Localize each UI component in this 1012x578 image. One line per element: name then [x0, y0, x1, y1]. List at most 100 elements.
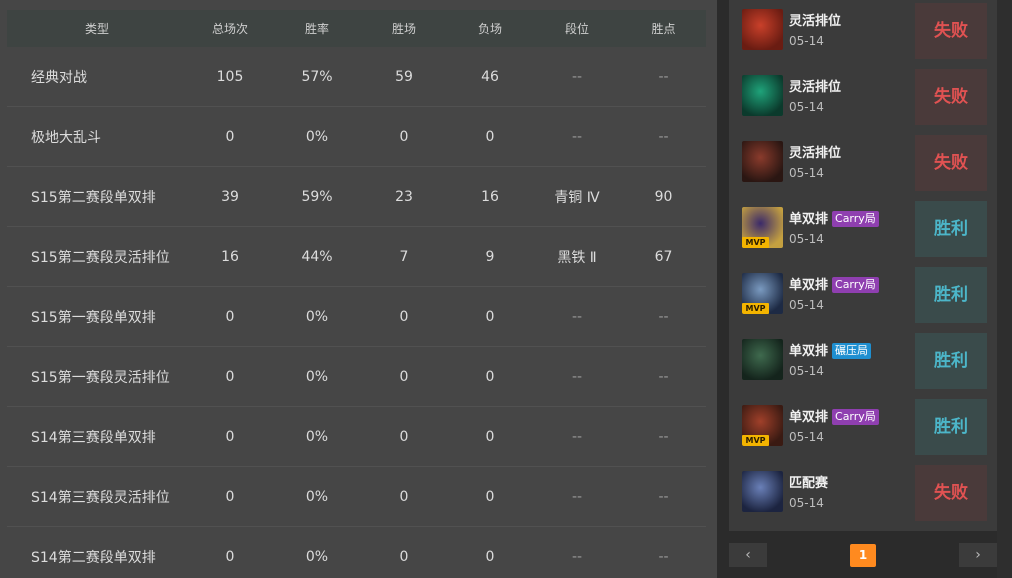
next-page-button[interactable]: ›	[959, 543, 997, 567]
table-row: S15第一赛段单双排 0 0% 0 0 -- --	[7, 287, 706, 347]
match-item[interactable]: MVP 单双排 Carry局 05-14 胜利	[729, 198, 997, 260]
cell-rate: 0%	[305, 308, 329, 325]
match-mode: 单双排 碾压局	[789, 340, 872, 359]
cell-win: 0	[399, 488, 409, 505]
match-date: 05-14	[789, 430, 824, 444]
match-history-panel: 灵活排位 05-14 失败 灵活排位 05-14 失败 灵活排位 05-14 失败 MVP 单双排 C…	[729, 0, 997, 531]
cell-loss: 0	[485, 128, 495, 145]
cell-rate: 0%	[305, 428, 329, 445]
match-mode: 单双排 Carry局	[789, 406, 879, 425]
match-mode: 灵活排位	[789, 10, 841, 29]
match-date: 05-14	[789, 298, 824, 312]
cell-rank: --	[571, 428, 583, 445]
cell-loss: 0	[485, 488, 495, 505]
cell-total: 0	[225, 488, 235, 505]
cell-loss: 0	[485, 308, 495, 325]
cell-points: --	[658, 428, 669, 445]
cell-points: 90	[654, 188, 673, 205]
match-result: 失败	[915, 3, 987, 59]
cell-loss: 9	[485, 248, 495, 265]
match-result: 胜利	[915, 333, 987, 389]
match-result: 胜利	[915, 201, 987, 257]
match-result: 胜利	[915, 399, 987, 455]
table-row: S14第二赛段单双排 0 0% 0 0 -- --	[7, 527, 706, 578]
match-date: 05-14	[789, 364, 824, 378]
table-row: 经典对战 105 57% 59 46 -- --	[7, 47, 706, 107]
match-tag-badge: Carry局	[832, 277, 879, 293]
champion-avatar	[742, 339, 783, 380]
cell-points: --	[658, 128, 669, 145]
mvp-badge: MVP	[742, 435, 769, 446]
header-points: 胜点	[651, 22, 676, 36]
match-date: 05-14	[789, 166, 824, 180]
cell-win: 7	[399, 248, 409, 265]
cell-loss: 16	[481, 188, 499, 205]
champion-avatar: MVP	[742, 273, 783, 314]
table-row: S15第二赛段单双排 39 59% 23 16 青铜 Ⅳ 90	[7, 167, 706, 227]
cell-rank: 黑铁 Ⅱ	[557, 249, 597, 266]
match-mode: 单双排 Carry局	[789, 274, 879, 293]
table-row: S14第三赛段灵活排位 0 0% 0 0 -- --	[7, 467, 706, 527]
match-mode-label: 单双排	[789, 410, 829, 425]
stats-panel: 类型 总场次 胜率 胜场 负场 段位 胜点 经典对战 105 57% 59 46 -- --…	[0, 0, 717, 578]
header-total: 总场次	[211, 22, 248, 36]
match-item[interactable]: MVP 单双排 Carry局 05-14 胜利	[729, 264, 997, 326]
match-mode-label: 匹配赛	[789, 476, 829, 491]
match-item[interactable]: 匹配赛 05-14 失败	[729, 462, 997, 524]
cell-rate: 0%	[305, 368, 329, 385]
cell-rate: 0%	[305, 488, 329, 505]
match-item[interactable]: 灵活排位 05-14 失败	[729, 66, 997, 128]
cell-loss: 0	[485, 368, 495, 385]
match-mode-label: 灵活排位	[789, 14, 842, 29]
cell-type: S15第二赛段灵活排位	[31, 249, 170, 266]
cell-type: S14第三赛段单双排	[31, 429, 156, 446]
match-mode-label: 单双排	[789, 344, 829, 359]
cell-type: 极地大乱斗	[31, 129, 101, 146]
cell-win: 0	[399, 308, 409, 325]
cell-rank: 青铜 Ⅳ	[554, 189, 600, 206]
match-mode-label: 灵活排位	[789, 80, 842, 95]
prev-page-button[interactable]: ‹	[729, 543, 767, 567]
cell-loss: 0	[485, 428, 495, 445]
match-mode-label: 单双排	[789, 278, 829, 293]
match-result: 胜利	[915, 267, 987, 323]
cell-win: 59	[395, 68, 413, 85]
cell-points: --	[658, 548, 669, 565]
cell-total: 105	[216, 68, 244, 85]
match-item[interactable]: 灵活排位 05-14 失败	[729, 0, 997, 62]
cell-total: 0	[225, 368, 235, 385]
match-mode-label: 单双排	[789, 212, 829, 227]
match-item[interactable]: 单双排 碾压局 05-14 胜利	[729, 330, 997, 392]
cell-type: S15第二赛段单双排	[31, 189, 156, 206]
match-mode: 灵活排位	[789, 76, 841, 95]
cell-points: --	[658, 68, 669, 85]
champion-avatar: MVP	[742, 207, 783, 248]
cell-rank: --	[571, 548, 583, 565]
cell-rank: --	[571, 68, 583, 85]
cell-rate: 57%	[301, 68, 333, 85]
match-mode: 灵活排位	[789, 142, 841, 161]
match-item[interactable]: MVP 单双排 Carry局 05-14 胜利	[729, 396, 997, 458]
table-row: S15第一赛段灵活排位 0 0% 0 0 -- --	[7, 347, 706, 407]
cell-loss: 46	[481, 68, 499, 85]
champion-avatar	[742, 75, 783, 116]
match-date: 05-14	[789, 34, 824, 48]
match-mode: 匹配赛	[789, 472, 828, 491]
match-date: 05-14	[789, 496, 824, 510]
match-tag-badge: 碾压局	[832, 343, 872, 359]
cell-win: 0	[399, 128, 409, 145]
cell-rate: 0%	[305, 128, 329, 145]
page-number-button[interactable]: 1	[850, 544, 876, 567]
cell-type: S14第二赛段单双排	[31, 549, 156, 566]
cell-type: S14第三赛段灵活排位	[31, 489, 170, 506]
header-rank: 段位	[564, 22, 589, 36]
cell-points: --	[658, 308, 669, 325]
match-item[interactable]: 灵活排位 05-14 失败	[729, 132, 997, 194]
match-date: 05-14	[789, 100, 824, 114]
mvp-badge: MVP	[742, 303, 769, 314]
cell-rate: 0%	[305, 548, 329, 565]
cell-total: 0	[225, 128, 235, 145]
match-date: 05-14	[789, 232, 824, 246]
match-tag-badge: Carry局	[832, 409, 879, 425]
cell-points: 67	[654, 248, 673, 265]
